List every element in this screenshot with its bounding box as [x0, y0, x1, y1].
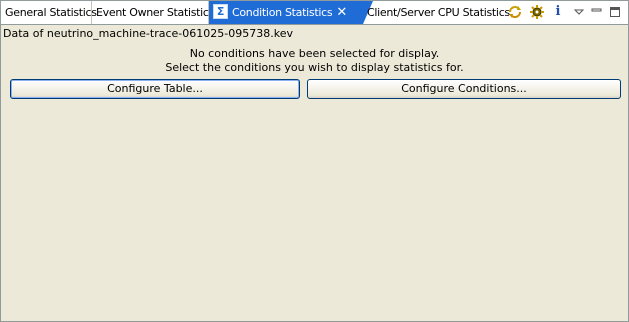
tab-general-statistics[interactable]: General Statistics [1, 1, 97, 24]
maximize-icon[interactable] [606, 4, 624, 20]
configure-conditions-button[interactable]: Configure Conditions... [307, 79, 621, 99]
tab-bar: General Statistics Event Owner Statistic… [1, 1, 628, 25]
statistics-view: General Statistics Event Owner Statistic… [0, 0, 629, 322]
view-menu-icon[interactable] [570, 4, 588, 20]
sync-icon[interactable] [506, 4, 524, 20]
tab-label: General Statistics [5, 6, 97, 19]
tab-client-server-cpu-statistics[interactable]: Client/Server CPU Statistics [363, 1, 510, 24]
empty-message-hint: Select the conditions you wish to displa… [165, 61, 464, 74]
tab-label: Client/Server CPU Statistics [367, 6, 510, 19]
tab-condition-statistics[interactable]: Σ Condition Statistics ✕ [209, 1, 373, 25]
view-toolbar: i [502, 1, 628, 24]
sigma-icon: Σ [213, 4, 228, 19]
file-label: Data of neutrino_machine-trace-061025-09… [3, 27, 293, 40]
empty-message: No conditions have been selected for dis… [189, 47, 440, 60]
configure-table-button[interactable]: Configure Table... [10, 79, 300, 99]
tab-event-owner-statistics[interactable]: Event Owner Statistics [92, 1, 214, 24]
minimize-icon[interactable] [588, 4, 606, 20]
tab-label: Condition Statistics [232, 6, 333, 19]
tab-label: Event Owner Statistics [96, 6, 215, 19]
info-icon[interactable]: i [549, 4, 567, 20]
settings-gear-icon[interactable] [528, 4, 546, 20]
close-icon[interactable]: ✕ [336, 1, 347, 25]
